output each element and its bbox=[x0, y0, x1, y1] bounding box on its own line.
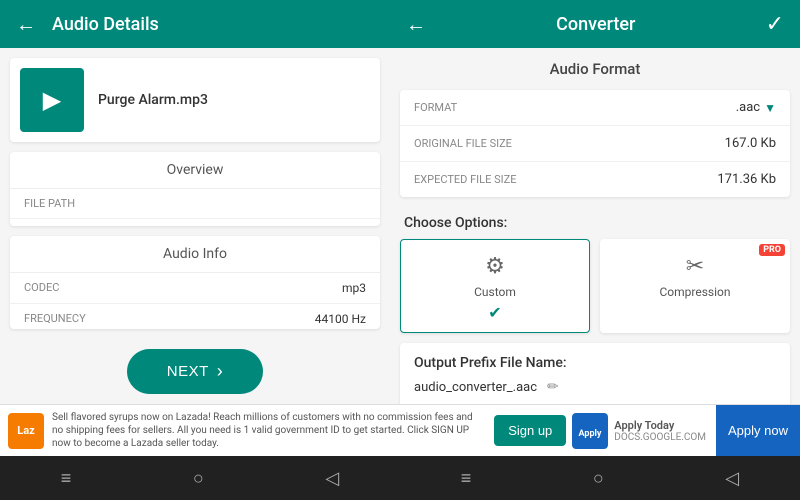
left-back-arrow[interactable]: ← bbox=[16, 12, 36, 37]
original-size-label: ORIGINAL FILE SIZE bbox=[414, 137, 512, 150]
left-header: ← Audio Details bbox=[0, 0, 390, 48]
output-prefix-text: audio_converter_.aac bbox=[414, 380, 537, 395]
ad-left-text: Sell flavored syrups now on Lazada! Reac… bbox=[52, 411, 480, 450]
apply-now-button[interactable]: Apply now bbox=[716, 405, 800, 457]
left-panel-title: Audio Details bbox=[52, 14, 159, 35]
nav-menu-right-icon[interactable]: ≡ bbox=[441, 460, 492, 497]
audio-info-title: Audio Info bbox=[10, 236, 380, 273]
frequency-row: FREQUNECY 44100 Hz bbox=[10, 304, 380, 329]
nav-back-left-icon[interactable]: ◁ bbox=[305, 460, 359, 497]
ad-right: Apply Apply Today DOCS.GOOGLE.COM Apply … bbox=[572, 405, 800, 457]
bottom-nav: ≡ ○ ◁ ≡ ○ ◁ bbox=[0, 456, 800, 500]
gear-icon: ⚙ bbox=[485, 254, 505, 279]
frequency-label: FREQUNECY bbox=[24, 312, 86, 326]
file-path-label: FILE PATH bbox=[24, 197, 75, 210]
expected-size-value: 171.36 Kb bbox=[717, 172, 776, 187]
docs-google-text: DOCS.GOOGLE.COM bbox=[614, 432, 706, 443]
edit-icon[interactable]: ✏ bbox=[547, 379, 559, 395]
overview-card: Overview FILE PATH DURATION 00:00:10 SIZ… bbox=[10, 152, 380, 226]
play-button[interactable]: ▶ bbox=[20, 68, 84, 132]
right-back-arrow[interactable]: ← bbox=[406, 12, 426, 37]
expected-size-label: EXPECTED FILE SIZE bbox=[414, 173, 516, 186]
play-icon: ▶ bbox=[43, 86, 61, 114]
compression-option[interactable]: PRO ✂ Compression bbox=[600, 239, 790, 333]
lazada-logo: Laz bbox=[8, 413, 44, 449]
format-card: FORMAT .aac ▼ ORIGINAL FILE SIZE 167.0 K… bbox=[400, 90, 790, 197]
right-header: ← Converter ✓ bbox=[390, 0, 800, 48]
nav-home-left-icon[interactable]: ○ bbox=[173, 460, 224, 497]
file-name: Purge Alarm.mp3 bbox=[98, 92, 208, 108]
file-path-row: FILE PATH bbox=[10, 189, 380, 219]
output-prefix-title: Output Prefix File Name: bbox=[414, 355, 776, 371]
options-row: ⚙ Custom ✔ PRO ✂ Compression bbox=[390, 239, 800, 343]
codec-label: CODEC bbox=[24, 281, 59, 295]
format-row: FORMAT .aac ▼ bbox=[400, 90, 790, 126]
format-label: FORMAT bbox=[414, 101, 457, 114]
pro-badge: PRO bbox=[759, 244, 785, 256]
ad-left: Laz Sell flavored syrups now on Lazada! … bbox=[0, 411, 488, 450]
compression-label: Compression bbox=[659, 285, 730, 299]
next-label: NEXT bbox=[167, 363, 209, 380]
right-panel-title: Converter bbox=[556, 14, 635, 35]
next-button[interactable]: NEXT › bbox=[127, 349, 264, 394]
codec-value: mp3 bbox=[342, 281, 366, 295]
format-value[interactable]: .aac ▼ bbox=[736, 100, 776, 115]
disc-logo: Apply bbox=[572, 413, 608, 449]
format-dropdown-icon: ▼ bbox=[764, 101, 776, 115]
signup-button[interactable]: Sign up bbox=[494, 415, 566, 446]
next-arrow-icon: › bbox=[217, 361, 224, 382]
check-icon[interactable]: ✓ bbox=[766, 12, 784, 37]
format-value-text: .aac bbox=[736, 100, 760, 115]
nav-home-right-icon[interactable]: ○ bbox=[573, 460, 624, 497]
output-prefix-card: Output Prefix File Name: audio_converter… bbox=[400, 343, 790, 404]
choose-options-label: Choose Options: bbox=[390, 207, 800, 239]
audio-file-card: ▶ Purge Alarm.mp3 bbox=[10, 58, 380, 142]
custom-option[interactable]: ⚙ Custom ✔ bbox=[400, 239, 590, 333]
apply-today-text: Apply Today bbox=[614, 419, 706, 432]
nav-back-right-icon[interactable]: ◁ bbox=[705, 460, 759, 497]
duration-row: DURATION 00:00:10 bbox=[10, 219, 380, 226]
ad-banner: Laz Sell flavored syrups now on Lazada! … bbox=[0, 404, 800, 456]
scissors-icon: ✂ bbox=[686, 254, 704, 279]
expected-size-row: EXPECTED FILE SIZE 171.36 Kb bbox=[400, 162, 790, 197]
audio-info-card: Audio Info CODEC mp3 FREQUNECY 44100 Hz … bbox=[10, 236, 380, 329]
original-size-value: 167.0 Kb bbox=[725, 136, 776, 151]
svg-text:Apply: Apply bbox=[579, 429, 602, 439]
disc-image: Apply bbox=[574, 415, 606, 447]
nav-menu-left-icon[interactable]: ≡ bbox=[41, 460, 92, 497]
custom-label: Custom bbox=[474, 285, 516, 299]
codec-row: CODEC mp3 bbox=[10, 273, 380, 304]
original-size-row: ORIGINAL FILE SIZE 167.0 Kb bbox=[400, 126, 790, 162]
frequency-value: 44100 Hz bbox=[315, 312, 366, 326]
selected-check-icon: ✔ bbox=[488, 303, 501, 322]
next-btn-container: NEXT › bbox=[0, 339, 390, 404]
overview-title: Overview bbox=[10, 152, 380, 189]
left-panel: ← Audio Details ▶ Purge Alarm.mp3 Overvi… bbox=[0, 0, 390, 404]
output-prefix-value: audio_converter_.aac ✏ bbox=[414, 379, 776, 395]
right-panel: ← Converter ✓ Audio Format FORMAT .aac ▼… bbox=[390, 0, 800, 404]
audio-format-title: Audio Format bbox=[390, 48, 800, 90]
